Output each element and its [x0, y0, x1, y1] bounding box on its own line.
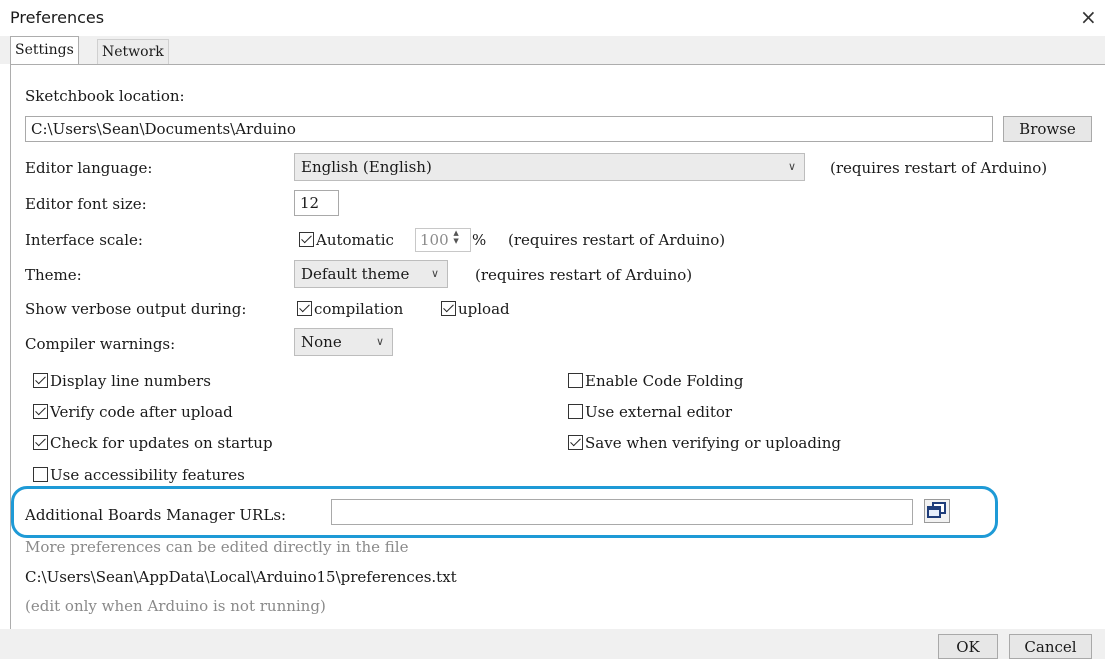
checkbox-icon [33, 435, 48, 450]
boards-urls-button[interactable] [924, 499, 950, 523]
tab-bar: Settings Network [0, 36, 1105, 65]
sketchbook-location-field[interactable]: C:\Users\Sean\Documents\Arduino [25, 116, 993, 142]
theme-note: (requires restart of Arduino) [475, 266, 693, 284]
verify-after-upload-checkbox[interactable]: Verify code after upload [33, 403, 233, 421]
checkbox-icon [33, 373, 48, 388]
compiler-warnings-select[interactable]: None ∨ [294, 328, 393, 356]
checkbox-icon [568, 373, 583, 388]
boards-urls-field[interactable] [331, 499, 913, 525]
close-icon[interactable]: × [1080, 5, 1097, 29]
more-preferences-note: More preferences can be edited directly … [25, 538, 409, 556]
interface-scale-label: Interface scale: [25, 231, 143, 249]
check-updates-checkbox[interactable]: Check for updates on startup [33, 434, 273, 452]
interface-scale-spinner[interactable]: 100 ▲ ▼ [415, 228, 471, 252]
automatic-scale-checkbox[interactable]: Automatic [299, 231, 394, 249]
editor-language-label: Editor language: [25, 159, 153, 177]
sketchbook-label: Sketchbook location: [25, 87, 185, 105]
cancel-button[interactable]: Cancel [1009, 634, 1092, 659]
check-updates-label: Check for updates on startup [50, 434, 273, 452]
checkbox-icon [568, 404, 583, 419]
window-icon [927, 502, 946, 518]
automatic-label: Automatic [316, 231, 394, 249]
theme-value: Default theme [301, 265, 410, 283]
compilation-label: compilation [314, 300, 404, 318]
theme-select[interactable]: Default theme ∨ [294, 260, 448, 288]
editor-language-select[interactable]: English (English) ∨ [294, 153, 805, 181]
save-when-verifying-checkbox[interactable]: Save when verifying or uploading [568, 434, 841, 452]
tab-settings[interactable]: Settings [10, 36, 79, 65]
verify-after-upload-label: Verify code after upload [50, 403, 233, 421]
code-folding-label: Enable Code Folding [585, 372, 744, 390]
accessibility-label: Use accessibility features [50, 466, 245, 484]
display-line-numbers-label: Display line numbers [50, 372, 211, 390]
external-editor-checkbox[interactable]: Use external editor [568, 403, 732, 421]
window-title: Preferences [10, 8, 105, 27]
verbose-label: Show verbose output during: [25, 300, 247, 318]
verbose-compilation-checkbox[interactable]: compilation [297, 300, 403, 318]
upload-label: upload [458, 300, 510, 318]
checkbox-icon [33, 467, 48, 482]
save-when-verifying-label: Save when verifying or uploading [585, 434, 841, 452]
theme-label: Theme: [25, 266, 82, 284]
editor-language-note: (requires restart of Arduino) [830, 159, 1048, 177]
checkbox-icon [568, 435, 583, 450]
ok-button[interactable]: OK [938, 634, 998, 659]
external-editor-label: Use external editor [585, 403, 733, 421]
chevron-down-icon: ∨ [375, 335, 384, 348]
preferences-file-path: C:\Users\Sean\AppData\Local\Arduino15\pr… [25, 568, 457, 586]
checkbox-icon [299, 232, 314, 247]
interface-scale-unit: % [472, 231, 487, 249]
checkbox-icon [297, 301, 312, 316]
tab-network[interactable]: Network [97, 39, 169, 64]
editor-language-value: English (English) [301, 158, 432, 176]
chevron-down-icon: ∨ [430, 267, 439, 280]
checkbox-icon [33, 404, 48, 419]
interface-scale-note: (requires restart of Arduino) [508, 231, 726, 249]
browse-button[interactable]: Browse [1003, 116, 1092, 142]
compiler-warnings-value: None [301, 333, 342, 351]
font-size-label: Editor font size: [25, 195, 147, 213]
boards-urls-label: Additional Boards Manager URLs: [25, 506, 287, 524]
edit-note: (edit only when Arduino is not running) [25, 597, 326, 615]
display-line-numbers-checkbox[interactable]: Display line numbers [33, 372, 211, 390]
compiler-warnings-label: Compiler warnings: [25, 335, 176, 353]
verbose-upload-checkbox[interactable]: upload [441, 300, 510, 318]
interface-scale-value: 100 [420, 231, 449, 249]
checkbox-icon [441, 301, 456, 316]
spinner-arrows-icon[interactable]: ▲ ▼ [453, 229, 463, 245]
font-size-field[interactable]: 12 [294, 190, 339, 216]
chevron-down-icon: ∨ [787, 160, 796, 173]
accessibility-checkbox[interactable]: Use accessibility features [33, 466, 245, 484]
code-folding-checkbox[interactable]: Enable Code Folding [568, 372, 743, 390]
